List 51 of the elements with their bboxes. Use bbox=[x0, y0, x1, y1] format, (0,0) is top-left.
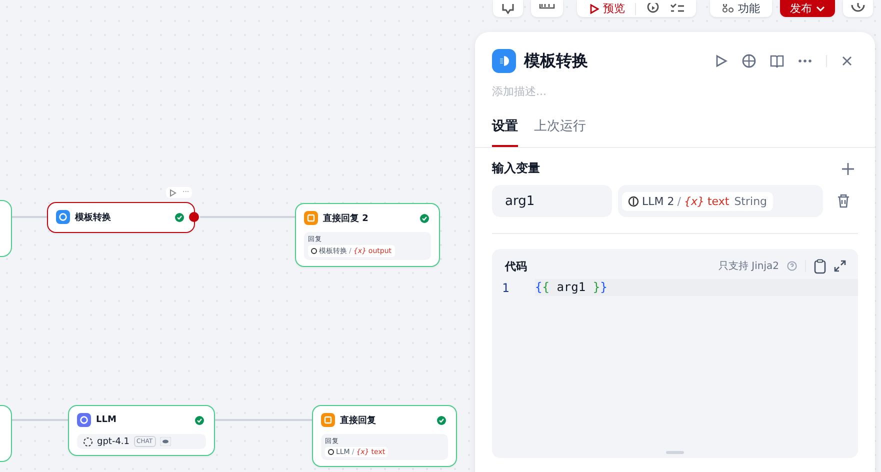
node-type-icon bbox=[304, 211, 318, 225]
resize-handle[interactable] bbox=[666, 451, 684, 454]
node-type-icon bbox=[321, 413, 335, 427]
variable-selector[interactable]: LLM 2 / {x} text String bbox=[618, 185, 823, 217]
play-icon[interactable] bbox=[168, 188, 177, 196]
line-number: 1 bbox=[501, 280, 510, 294]
delete-icon[interactable] bbox=[837, 194, 850, 208]
source-node-icon bbox=[311, 248, 317, 254]
node-title: LLM bbox=[96, 415, 118, 425]
more-icon[interactable] bbox=[798, 59, 812, 63]
jinja-hint: 只支持 Jinja2 bbox=[718, 260, 779, 273]
node-title: 直接回复 bbox=[340, 414, 377, 426]
preview-button[interactable]: 预览 bbox=[589, 1, 625, 16]
node-type-icon bbox=[56, 210, 70, 224]
source-node-icon bbox=[328, 449, 334, 455]
features-button[interactable]: 功能 bbox=[710, 0, 772, 17]
toolbar-icon-button[interactable] bbox=[531, 0, 563, 17]
node-type-icon bbox=[77, 413, 91, 427]
close-icon[interactable] bbox=[841, 55, 853, 67]
code-title: 代码 bbox=[505, 258, 527, 274]
connector-line bbox=[10, 419, 68, 421]
variable-name-field[interactable]: arg1 bbox=[492, 185, 612, 217]
clipboard-icon[interactable] bbox=[814, 258, 826, 274]
toolbar-icon-button[interactable] bbox=[493, 0, 523, 17]
panel-tab[interactable]: 设置 bbox=[492, 117, 518, 147]
panel-tab[interactable]: 上次运行 bbox=[534, 117, 586, 147]
play-icon bbox=[589, 4, 599, 14]
chat-icon bbox=[501, 4, 515, 14]
run-history-icon[interactable] bbox=[646, 2, 660, 14]
features-icon bbox=[722, 4, 734, 14]
expand-icon[interactable] bbox=[834, 260, 846, 272]
node-title: 模板转换 bbox=[75, 212, 112, 224]
eye-icon bbox=[160, 437, 171, 446]
history-icon bbox=[851, 2, 865, 14]
llm-icon bbox=[628, 196, 639, 206]
code-editor[interactable]: 代码 只支持 Jinja2 1 {{ arg1 }} bbox=[492, 249, 858, 458]
add-node-handle[interactable] bbox=[189, 212, 199, 222]
checklist-icon[interactable] bbox=[670, 2, 684, 14]
toolbar-icon-button[interactable] bbox=[843, 0, 873, 17]
publish-button[interactable]: 发布 bbox=[780, 0, 835, 17]
panel-title: 模板转换 bbox=[524, 50, 589, 72]
template-icon bbox=[492, 49, 516, 73]
play-icon[interactable] bbox=[714, 54, 728, 68]
chevron-down-icon bbox=[816, 6, 825, 12]
add-icon[interactable] bbox=[842, 162, 854, 174]
node-title: 直接回复 2 bbox=[323, 212, 370, 224]
target-icon[interactable] bbox=[742, 54, 756, 68]
section-title: 输入变量 bbox=[492, 160, 540, 177]
connector-line bbox=[10, 216, 47, 218]
book-icon[interactable] bbox=[770, 54, 784, 68]
model-icon bbox=[83, 436, 93, 446]
